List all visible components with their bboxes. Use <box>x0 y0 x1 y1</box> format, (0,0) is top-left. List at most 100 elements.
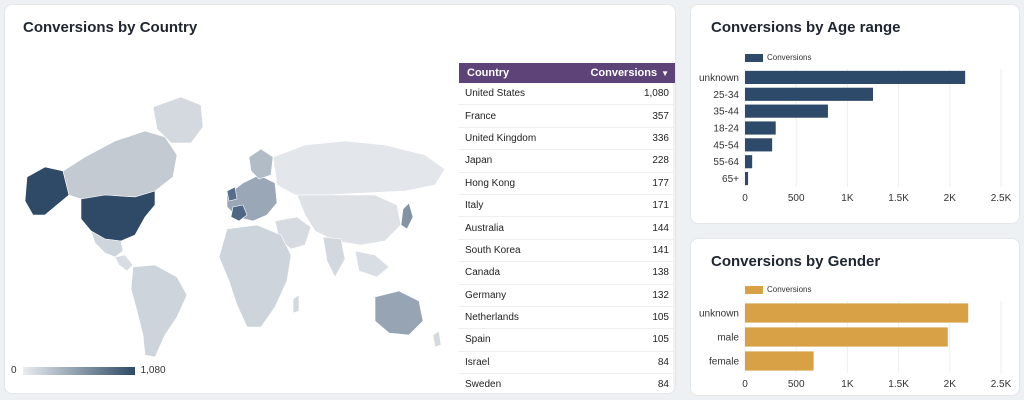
table-row[interactable]: Italy 171 <box>459 195 675 218</box>
table-cell-conversions: 105 <box>652 334 669 346</box>
age-x-tick: 2K <box>944 193 957 204</box>
map-color-scale: 0 1,080 <box>11 365 166 376</box>
table-cell-country: United States <box>465 88 526 100</box>
map-region-madagascar <box>292 294 300 314</box>
age-bar[interactable] <box>745 171 749 186</box>
gender-category-label: unknown <box>699 309 739 320</box>
table-cell-conversions: 228 <box>652 155 669 167</box>
table-cell-conversions: 1,080 <box>643 88 669 100</box>
gender-bar[interactable] <box>745 303 969 323</box>
table-row[interactable]: United Kingdom 336 <box>459 128 675 151</box>
map-scale-min: 0 <box>11 365 17 376</box>
table-cell-country: Spain <box>465 334 491 346</box>
table-cell-conversions: 141 <box>652 244 669 256</box>
age-card: Conversions by Age range Conversions 0 50… <box>690 4 1020 224</box>
gender-x-tick: 1K <box>841 379 854 390</box>
age-category-label: 18-24 <box>713 124 739 135</box>
age-x-tick: 2.5K <box>991 193 1012 204</box>
table-cell-country: Israel <box>465 356 490 368</box>
country-table: Country Conversions ▼ United States 1,080 F… <box>459 63 675 393</box>
map-region-japan <box>400 202 414 230</box>
map-region-uk <box>226 186 238 202</box>
age-bar[interactable] <box>745 70 966 85</box>
age-category-label: 45-54 <box>713 140 739 151</box>
table-cell-conversions: 105 <box>652 312 669 324</box>
table-cell-country: France <box>465 110 497 122</box>
table-cell-country: South Korea <box>465 244 521 256</box>
table-cell-conversions: 84 <box>657 356 669 368</box>
gender-category-label: female <box>709 357 739 368</box>
table-cell-conversions: 84 <box>657 379 669 391</box>
map-scale-gradient <box>22 366 135 375</box>
age-x-tick: 1K <box>841 193 854 204</box>
table-cell-conversions: 144 <box>652 222 669 234</box>
age-bar[interactable] <box>745 121 776 135</box>
table-row[interactable]: United States 1,080 <box>459 83 675 106</box>
map-region-australia <box>374 290 424 336</box>
table-cell-country: Japan <box>465 155 493 167</box>
table-body: United States 1,080 France 357 United Kingdo… <box>459 83 675 393</box>
col-header-country[interactable]: Country <box>467 67 509 79</box>
table-row[interactable]: Australia 144 <box>459 217 675 240</box>
gender-x-tick: 500 <box>788 379 805 390</box>
gender-bar[interactable] <box>745 327 948 347</box>
table-row[interactable]: Spain 105 <box>459 329 675 352</box>
table-scrollbar[interactable] <box>673 83 675 393</box>
world-map[interactable] <box>5 45 457 363</box>
table-cell-conversions: 336 <box>652 132 669 144</box>
map-region-alaska <box>24 166 70 216</box>
gender-x-tick: 1.5K <box>888 379 909 390</box>
country-card: Conversions by Country 0 1,080 Country C… <box>4 4 676 394</box>
table-row[interactable]: Sweden 84 <box>459 374 675 393</box>
table-cell-conversions: 138 <box>652 267 669 279</box>
table-cell-country: Italy <box>465 200 484 212</box>
age-x-tick: 1.5K <box>888 193 909 204</box>
map-region-scandinavia <box>248 148 274 180</box>
table-cell-conversions: 357 <box>652 110 669 122</box>
table-cell-country: Hong Kong <box>465 177 516 189</box>
gender-bar[interactable] <box>745 351 814 371</box>
map-region-canada <box>62 130 178 200</box>
table-cell-conversions: 132 <box>652 289 669 301</box>
table-row[interactable]: France 357 <box>459 105 675 128</box>
table-cell-country: Germany <box>465 289 507 301</box>
table-row[interactable]: Canada 138 <box>459 262 675 285</box>
gender-category-label: male <box>717 333 739 344</box>
table-row[interactable]: Hong Kong 177 <box>459 173 675 195</box>
map-region-sea <box>354 250 390 278</box>
table-row[interactable]: Israel 84 <box>459 352 675 375</box>
age-category-label: 65+ <box>722 174 739 185</box>
age-bar-chart: 0 500 1K 1.5K 2K 2.5K unknown 25-34 35-44 18-24 45… <box>699 69 1012 204</box>
country-card-title: Conversions by Country <box>23 19 198 36</box>
table-row[interactable]: Germany 132 <box>459 285 675 307</box>
gender-x-tick: 2K <box>944 379 957 390</box>
age-x-tick: 0 <box>742 193 748 204</box>
gender-x-tick: 2.5K <box>991 379 1012 390</box>
age-x-tick: 500 <box>788 193 805 204</box>
age-category-label: 35-44 <box>713 107 739 118</box>
table-cell-conversions: 177 <box>652 177 669 189</box>
map-region-central-america <box>114 254 134 272</box>
table-cell-country: Canada <box>465 267 501 279</box>
table-row[interactable]: Japan 228 <box>459 150 675 173</box>
table-cell-conversions: 171 <box>652 200 669 212</box>
gender-card: Conversions by Gender Conversions 0 500 1K… <box>690 238 1020 396</box>
map-region-new-zealand <box>432 330 442 348</box>
map-region-south-america <box>130 264 188 358</box>
table-row[interactable]: Netherlands 105 <box>459 307 675 330</box>
age-bar[interactable] <box>745 104 828 118</box>
table-cell-country: Australia <box>465 222 504 234</box>
col-header-conversions[interactable]: Conversions ▼ <box>590 67 669 79</box>
sort-desc-icon[interactable]: ▼ <box>661 69 669 78</box>
map-region-asia <box>296 194 402 246</box>
map-region-africa <box>218 224 292 328</box>
table-cell-country: United Kingdom <box>465 132 537 144</box>
age-bar[interactable] <box>745 138 773 152</box>
table-header: Country Conversions ▼ <box>459 63 675 83</box>
age-category-label: 55-64 <box>713 157 739 168</box>
table-row[interactable]: South Korea 141 <box>459 240 675 263</box>
map-region-india <box>322 236 346 278</box>
age-bar[interactable] <box>745 87 873 101</box>
age-bar[interactable] <box>745 155 753 169</box>
table-cell-country: Netherlands <box>465 312 519 324</box>
